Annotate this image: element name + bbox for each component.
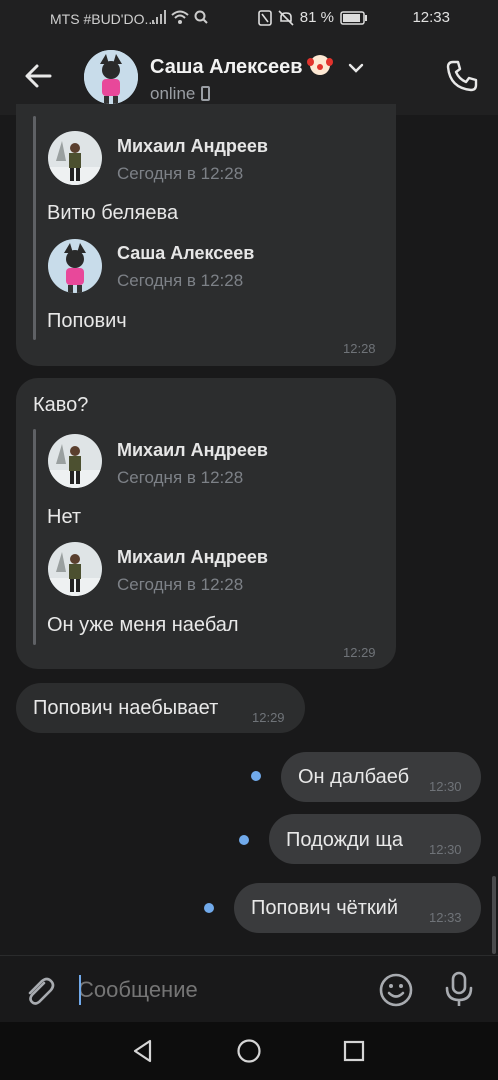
unread-indicator [251, 771, 261, 781]
quote-author-name: Михаил Андреев [117, 547, 268, 567]
clown-emoji-icon [307, 55, 331, 75]
nfc-icon [257, 9, 272, 26]
quote-author-name: Михаил Андреев [117, 440, 268, 460]
chevron-down-icon[interactable] [348, 62, 364, 74]
message-text: Каво? [33, 394, 89, 416]
phone-call-icon[interactable] [444, 58, 480, 94]
message-text: Попович наебывает [33, 697, 219, 719]
signal-icon [152, 10, 166, 24]
message-input[interactable] [78, 970, 358, 1010]
status-bar: MTS #BUD'DO... 81 % 12:33 [0, 0, 498, 38]
back-triangle-icon[interactable] [130, 1038, 156, 1064]
carrier-label: MTS #BUD'DO... [50, 11, 157, 27]
message-time: 12:33 [429, 910, 462, 925]
quote-date: Сегодня в 12:28 [117, 271, 244, 290]
status-text: online [150, 84, 196, 103]
search-icon [194, 10, 208, 24]
text-cursor [79, 975, 81, 1005]
mute-icon [278, 9, 294, 26]
unread-indicator [239, 835, 249, 845]
quote-text: Он уже меня наебал [47, 614, 239, 636]
back-arrow-icon[interactable] [22, 60, 54, 92]
message-time: 12:30 [429, 779, 462, 794]
quote-text: Нет [47, 506, 82, 528]
system-nav-bar [0, 1022, 498, 1080]
message-time: 12:28 [343, 341, 376, 356]
message-time: 12:30 [429, 842, 462, 857]
unread-indicator [204, 903, 214, 913]
message-time: 12:29 [252, 710, 285, 725]
message-text: Он далбаеб [298, 766, 410, 788]
battery-percent: 81 % [299, 9, 334, 26]
status-icons-right: 81 % [257, 9, 368, 26]
quote-date: Сегодня в 12:28 [117, 468, 244, 487]
battery-icon [340, 10, 367, 25]
mobile-phone-icon [201, 86, 211, 101]
quote-author-avatar [48, 239, 102, 293]
quote-author-name: Михаил Андреев [117, 136, 268, 156]
home-circle-icon[interactable] [236, 1038, 262, 1064]
contact-name-text: Саша Алексеев [150, 56, 303, 78]
quote-text: Витю беляева [47, 202, 179, 224]
quote-bar [33, 429, 36, 645]
message-text: Подожди ща [286, 829, 403, 851]
clock: 12:33 [412, 9, 450, 26]
scrollbar[interactable] [492, 876, 496, 954]
paperclip-icon[interactable] [22, 974, 56, 1008]
quote-text: Попович [47, 310, 127, 332]
contact-name[interactable]: Саша Алексеев [150, 55, 331, 79]
recents-square-icon[interactable] [341, 1038, 367, 1064]
emoji-icon[interactable] [378, 972, 414, 1008]
contact-avatar[interactable] [84, 50, 138, 104]
message-text: Попович чёткий [251, 897, 399, 919]
wifi-icon [171, 10, 189, 24]
quote-date: Сегодня в 12:28 [117, 575, 244, 594]
quote-author-avatar [48, 434, 102, 488]
quote-date: Сегодня в 12:28 [117, 164, 244, 183]
microphone-icon[interactable] [442, 970, 476, 1008]
quote-author-avatar [48, 131, 102, 185]
quote-author-name: Саша Алексеев [117, 243, 255, 263]
quote-author-avatar [48, 542, 102, 596]
message-time: 12:29 [343, 645, 376, 660]
contact-status: online [150, 84, 211, 104]
status-icons-left [152, 10, 208, 24]
composer [0, 955, 498, 1022]
quote-bar [33, 116, 36, 340]
